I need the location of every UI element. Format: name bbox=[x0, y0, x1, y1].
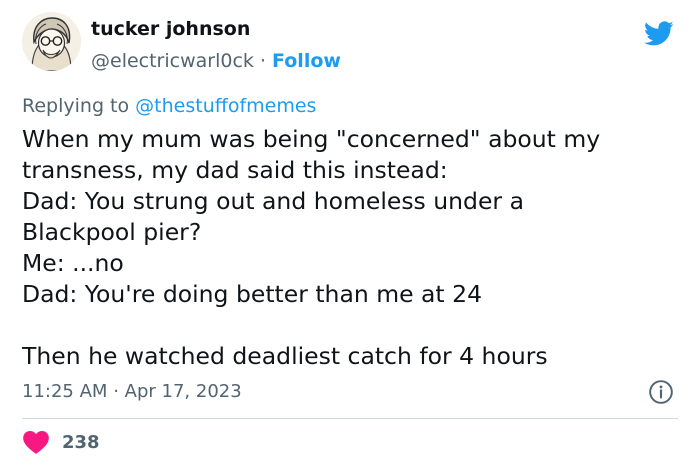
like-button[interactable]: 238 bbox=[22, 428, 100, 456]
author-display-name[interactable]: tucker johnson bbox=[91, 17, 250, 41]
tweet-line bbox=[22, 310, 682, 341]
tweet-line: Dad: You strung out and homeless under a bbox=[22, 187, 524, 215]
reply-context: Replying to @thestuffofmemes bbox=[22, 93, 316, 119]
reply-handle-link[interactable]: @thestuffofmemes bbox=[135, 95, 316, 117]
heart-icon bbox=[23, 431, 49, 454]
divider bbox=[22, 418, 678, 419]
tweet-line: When my mum was being "concerned" about … bbox=[22, 125, 601, 153]
handle-separator: · bbox=[259, 50, 266, 72]
tweet-line: Me: ...no bbox=[22, 249, 124, 277]
tweet-text: When my mum was being "concerned" about … bbox=[22, 124, 682, 372]
tweet-time: 11:25 AM bbox=[22, 381, 108, 402]
tweet-line: Dad: You're doing better than me at 24 bbox=[22, 280, 483, 308]
info-icon[interactable] bbox=[648, 379, 674, 405]
avatar[interactable] bbox=[22, 12, 81, 71]
follow-button[interactable]: Follow bbox=[272, 50, 341, 72]
tweet-date: Apr 17, 2023 bbox=[124, 381, 242, 402]
tweet-line: Then he watched deadliest catch for 4 ho… bbox=[22, 342, 548, 370]
timestamp-separator: · bbox=[113, 381, 119, 402]
twitter-bird-icon[interactable] bbox=[642, 18, 676, 48]
reply-prefix: Replying to bbox=[22, 95, 130, 117]
author-handle[interactable]: @electricwarl0ck bbox=[91, 50, 254, 72]
author-handle-line: @electricwarl0ck · Follow bbox=[91, 49, 341, 73]
tweet-line: transness, my dad said this instead: bbox=[22, 156, 448, 184]
tweet-line: Blackpool pier? bbox=[22, 218, 202, 246]
tweet-card: tucker johnson @electricwarl0ck · Follow… bbox=[0, 0, 700, 471]
like-count: 238 bbox=[62, 431, 100, 453]
tweet-timestamp[interactable]: 11:25 AM · Apr 17, 2023 bbox=[22, 380, 242, 404]
